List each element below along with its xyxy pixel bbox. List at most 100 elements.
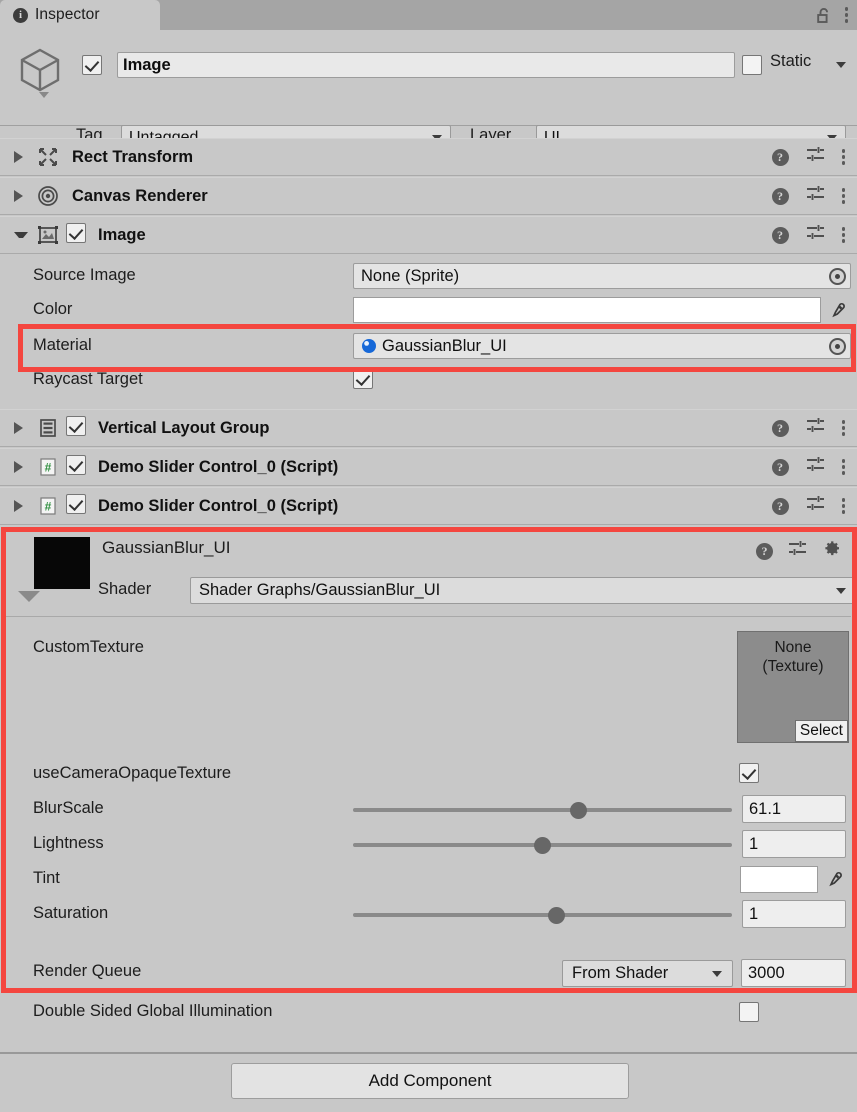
select-texture-button[interactable]: Select [794, 720, 848, 742]
help-icon[interactable]: ? [771, 497, 789, 515]
preset-sliders-icon[interactable] [806, 495, 825, 517]
preset-sliders-icon[interactable] [806, 224, 825, 246]
color-swatch-field[interactable] [353, 297, 821, 323]
double-sided-gi-label: Double Sided Global Illumination [33, 1002, 273, 1020]
help-icon[interactable]: ? [771, 187, 789, 205]
chevron-down-icon [836, 588, 846, 594]
gameobject-enabled-checkbox[interactable] [82, 55, 102, 80]
gameobject-name-input[interactable]: Image [117, 52, 735, 78]
object-picker-icon[interactable] [829, 337, 846, 355]
component-header-canvas-renderer[interactable]: Canvas Renderer ? [0, 177, 857, 215]
kebab-menu-icon[interactable] [844, 7, 848, 23]
kebab-menu-icon[interactable] [841, 420, 845, 436]
lightness-input[interactable]: 1 [742, 830, 846, 858]
component-header-demo-slider-control-0-first[interactable]: # Demo Slider Control_0 (Script) ? [0, 448, 857, 486]
material-foldout-arrow-icon[interactable] [18, 591, 40, 602]
component-enabled-checkbox[interactable] [66, 454, 86, 480]
image-sprite-icon [36, 224, 60, 246]
component-enabled-checkbox[interactable] [66, 415, 86, 441]
vertical-layout-icon [36, 417, 60, 439]
slider-handle[interactable] [570, 802, 588, 819]
kebab-menu-icon[interactable] [841, 227, 845, 243]
lightness-label: Lightness [33, 834, 104, 852]
gameobject-icon-dropdown-caret[interactable] [39, 92, 49, 98]
slider-handle[interactable] [548, 907, 566, 924]
custom-texture-label: CustomTexture [33, 638, 144, 656]
component-enabled-checkbox[interactable] [66, 493, 86, 519]
object-picker-icon[interactable] [829, 267, 846, 285]
kebab-menu-icon[interactable] [841, 149, 845, 165]
preset-sliders-icon[interactable] [806, 456, 825, 478]
material-preview-thumbnail[interactable] [34, 537, 90, 589]
component-title: Vertical Layout Group [98, 418, 270, 437]
render-queue-dropdown[interactable]: From Shader [562, 960, 733, 987]
static-dropdown-caret[interactable] [836, 62, 846, 68]
footer-separator [0, 1052, 857, 1054]
slider-track [353, 913, 732, 917]
eyedropper-icon[interactable] [826, 297, 848, 323]
canvas-renderer-icon [36, 185, 60, 207]
blur-scale-slider[interactable] [353, 800, 732, 820]
use-camera-opaque-texture-checkbox[interactable] [739, 763, 759, 788]
component-header-image[interactable]: Image ? [0, 216, 857, 254]
use-camera-opaque-texture-label: useCameraOpaqueTexture [33, 764, 232, 782]
component-header-demo-slider-control-0-second[interactable]: # Demo Slider Control_0 (Script) ? [0, 487, 857, 525]
help-icon[interactable]: ? [771, 148, 789, 166]
component-header-rect-transform[interactable]: Rect Transform ? [0, 138, 857, 176]
kebab-menu-icon[interactable] [841, 459, 845, 475]
saturation-slider[interactable] [353, 905, 732, 925]
custom-texture-field[interactable]: None (Texture) Select [737, 631, 849, 743]
preset-sliders-icon[interactable] [806, 417, 825, 439]
component-title: Demo Slider Control_0 (Script) [98, 496, 339, 515]
tint-color-swatch[interactable] [740, 866, 818, 893]
preset-sliders-icon[interactable] [806, 185, 825, 207]
source-image-field[interactable]: None (Sprite) [353, 263, 851, 289]
shader-value: Shader Graphs/GaussianBlur_UI [199, 581, 441, 599]
component-title: Image [98, 225, 146, 244]
source-image-value: None (Sprite) [361, 266, 460, 285]
foldout-arrow-icon[interactable] [14, 500, 28, 512]
custom-texture-value-block: None (Texture) [738, 632, 848, 676]
lightness-slider[interactable] [353, 835, 732, 855]
foldout-arrow-icon[interactable] [14, 190, 28, 202]
component-title: Canvas Renderer [72, 186, 208, 205]
foldout-arrow-icon[interactable] [14, 461, 28, 473]
source-image-label: Source Image [33, 266, 136, 284]
help-icon[interactable]: ? [756, 542, 773, 560]
tab-inspector-label: Inspector [35, 6, 100, 23]
inspector-window: i Inspector Image Static Tag Layer Rect … [0, 0, 857, 1112]
render-queue-input[interactable]: 3000 [741, 959, 846, 987]
component-header-vertical-layout-group[interactable]: Vertical Layout Group ? [0, 409, 857, 447]
tint-label: Tint [33, 869, 60, 887]
component-actions: ? [771, 495, 845, 517]
add-component-button[interactable]: Add Component [231, 1063, 629, 1099]
shader-dropdown[interactable]: Shader Graphs/GaussianBlur_UI [190, 577, 857, 604]
preset-sliders-icon[interactable] [806, 146, 825, 168]
component-enabled-checkbox[interactable] [66, 222, 86, 248]
preset-sliders-icon[interactable] [788, 540, 807, 562]
component-title: Demo Slider Control_0 (Script) [98, 457, 339, 476]
gear-icon[interactable] [822, 539, 841, 563]
help-icon[interactable]: ? [771, 419, 789, 437]
kebab-menu-icon[interactable] [841, 498, 845, 514]
blur-scale-input[interactable]: 61.1 [742, 795, 846, 823]
eyedropper-icon[interactable] [823, 866, 845, 892]
tab-inspector[interactable]: i Inspector [0, 0, 160, 30]
material-label: Material [33, 336, 92, 354]
foldout-arrow-icon[interactable] [14, 151, 28, 163]
foldout-arrow-icon[interactable] [14, 232, 28, 238]
svg-text:#: # [45, 500, 52, 514]
help-icon[interactable]: ? [771, 458, 789, 476]
static-checkbox[interactable] [742, 55, 762, 80]
material-field[interactable]: GaussianBlur_UI [353, 333, 851, 359]
component-actions: ? [771, 456, 845, 478]
unlocked-padlock-icon[interactable] [816, 7, 832, 24]
component-actions: ? [771, 146, 845, 168]
saturation-input[interactable]: 1 [742, 900, 846, 928]
help-icon[interactable]: ? [771, 226, 789, 244]
double-sided-gi-checkbox[interactable] [739, 1002, 759, 1027]
kebab-menu-icon[interactable] [841, 188, 845, 204]
raycast-target-checkbox[interactable] [353, 369, 373, 394]
slider-handle[interactable] [534, 837, 551, 854]
foldout-arrow-icon[interactable] [14, 422, 28, 434]
